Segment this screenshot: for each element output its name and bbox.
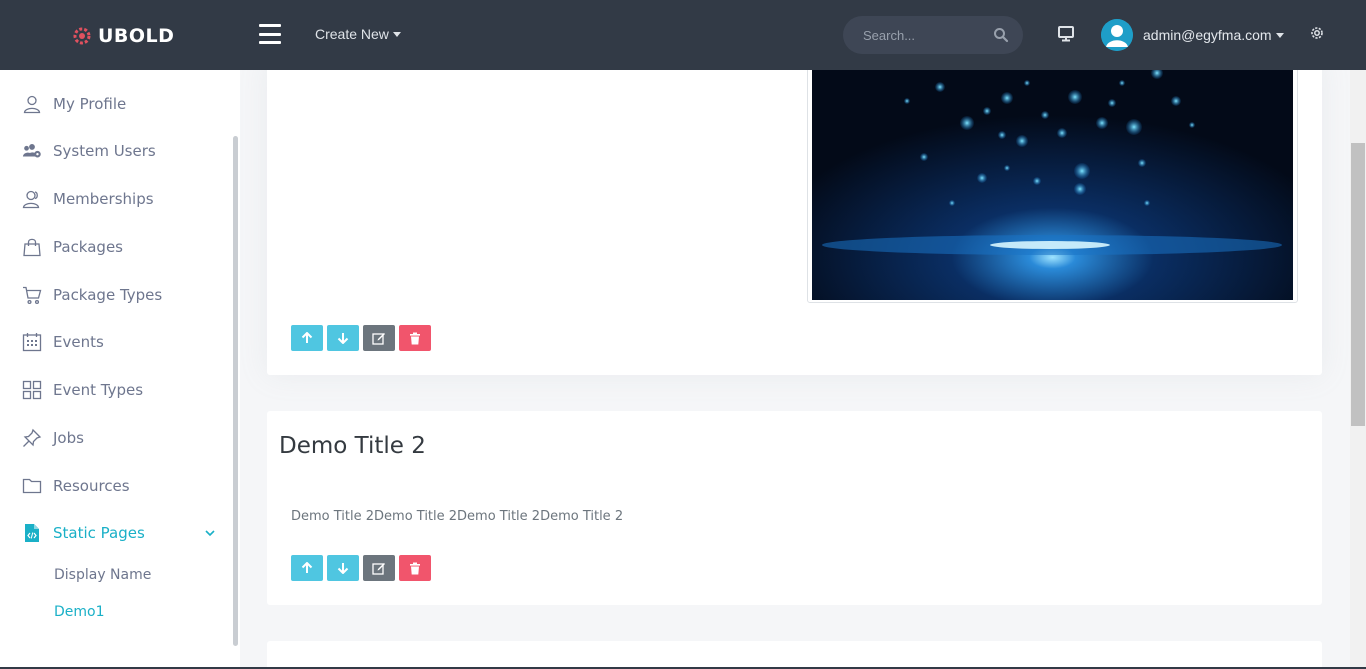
topbar: UBOLD Create New admin@egyfma.com [0,0,1366,70]
sidebar-item-static-pages[interactable]: Static Pages [0,513,232,553]
caret-down-icon [392,31,401,37]
arrow-up-icon [301,562,313,573]
logo-text: UBOLD [98,25,175,47]
content-card [267,70,1322,375]
search-icon[interactable] [993,27,1009,43]
card-title: Demo Title 2 [279,433,426,459]
card-actions [291,325,431,351]
page-scrollbar-thumb[interactable] [1351,143,1365,426]
edit-icon [372,563,385,575]
sidebar: My Profile System Users Memberships Pack… [0,70,240,669]
sidebar-item-label: Jobs [53,429,84,447]
sidebar-item-label: Resources [53,477,130,495]
user-menu[interactable]: admin@egyfma.com [1101,19,1284,51]
move-down-button[interactable] [327,555,359,581]
card-actions [291,555,431,581]
sidebar-item-package-types[interactable]: Package Types [0,275,232,315]
sidebar-item-label: Memberships [53,190,154,208]
submenu-item-demo1[interactable]: Demo1 [54,604,105,620]
main-content: Demo Title 2 Demo Title 2Demo Title 2Dem… [240,70,1350,669]
grid-icon [22,380,42,400]
search-box [843,16,1023,54]
sidebar-item-label: Events [53,333,104,351]
create-new-label: Create New [315,26,389,42]
user-icon [22,94,42,114]
hamburger-bar [259,32,281,36]
move-down-button[interactable] [327,325,359,351]
sidebar-item-jobs[interactable]: Jobs [0,418,232,458]
sidebar-item-my-profile[interactable]: My Profile [0,84,232,124]
sidebar-item-label: My Profile [53,95,127,113]
hamburger-bar [259,24,281,27]
user-avatar-icon [1101,19,1133,51]
users-cog-icon [22,141,42,161]
sidebar-item-label: Static Pages [53,524,145,542]
monitor-icon[interactable] [1057,25,1075,43]
sidebar-item-packages[interactable]: Packages [0,227,232,267]
sidebar-item-resources[interactable]: Resources [0,466,232,506]
trash-icon [410,332,420,344]
sidebar-scrollbar[interactable] [233,136,238,646]
sidebar-item-system-users[interactable]: System Users [0,131,232,171]
code-file-icon [22,523,42,543]
cart-icon [22,285,42,305]
move-up-button[interactable] [291,555,323,581]
content-card [267,641,1322,669]
create-new-dropdown[interactable]: Create New [315,26,401,42]
menu-toggle-button[interactable] [259,24,281,44]
edit-button[interactable] [363,325,395,351]
move-up-button[interactable] [291,325,323,351]
delete-button[interactable] [399,325,431,351]
sidebar-item-label: Event Types [53,381,144,399]
folder-icon [22,476,42,496]
delete-button[interactable] [399,555,431,581]
search-input[interactable] [863,27,983,43]
logo[interactable]: UBOLD [72,24,174,48]
hamburger-bar [259,41,281,44]
caret-down-icon [1275,32,1284,38]
user-group-icon [22,189,42,209]
sidebar-item-memberships[interactable]: Memberships [0,179,232,219]
sidebar-item-events[interactable]: Events [0,322,232,362]
bokeh-image [812,70,1293,300]
avatar [1101,19,1133,51]
submenu-item-display-name[interactable]: Display Name [54,567,151,583]
gear-icon[interactable] [1309,25,1325,41]
shopping-bag-icon [22,237,42,257]
calendar-icon [22,332,42,352]
user-email: admin@egyfma.com [1143,27,1272,43]
sidebar-item-label: Package Types [53,286,163,304]
edit-icon [372,333,385,345]
logo-mark-icon [73,27,91,45]
sidebar-item-label: System Users [53,142,156,160]
card-text: Demo Title 2Demo Title 2Demo Title 2Demo… [291,509,624,524]
arrow-up-icon [301,332,313,343]
trash-icon [410,562,420,574]
sidebar-item-label: Packages [53,238,123,256]
content-card: Demo Title 2 Demo Title 2Demo Title 2Dem… [267,411,1322,605]
card-image [807,70,1298,303]
arrow-down-icon [337,333,349,344]
chevron-down-icon [205,530,215,537]
pin-icon [22,428,42,448]
edit-button[interactable] [363,555,395,581]
arrow-down-icon [337,563,349,574]
sidebar-item-event-types[interactable]: Event Types [0,370,232,410]
